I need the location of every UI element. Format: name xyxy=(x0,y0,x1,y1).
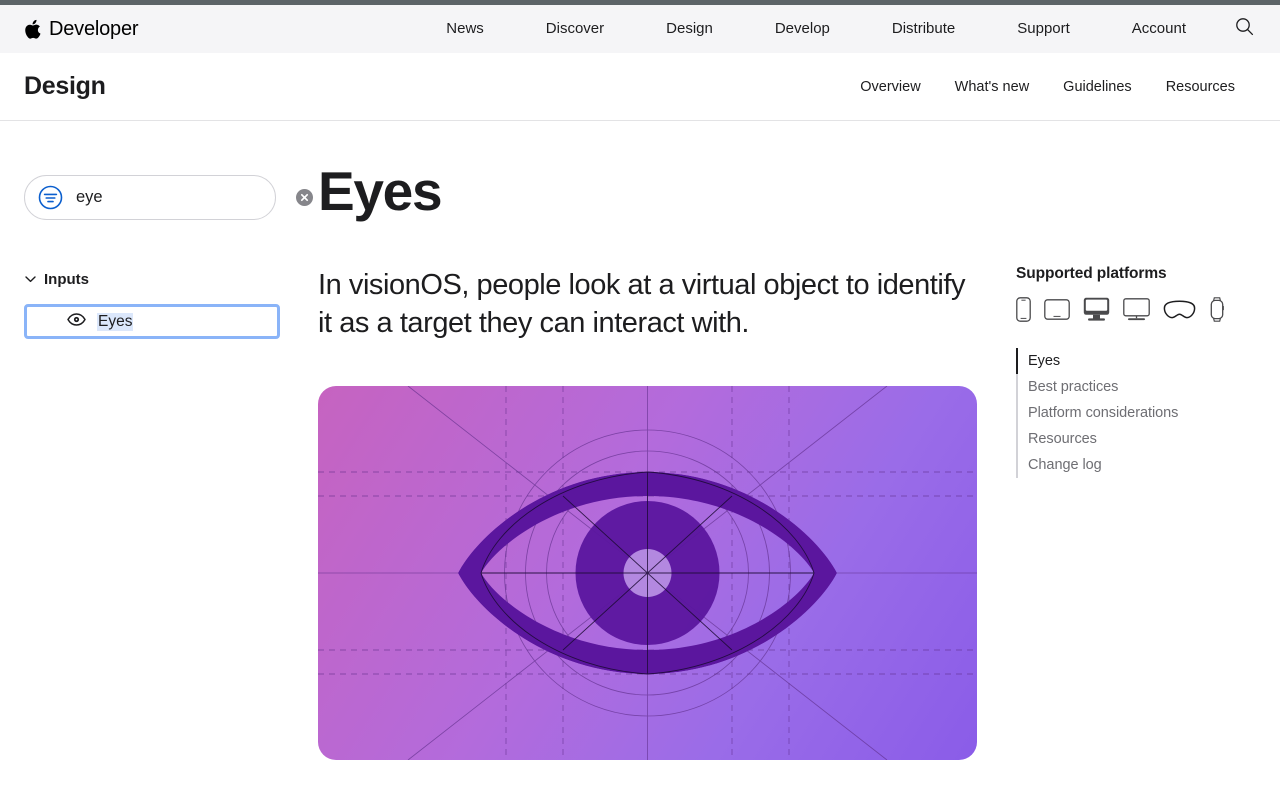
toc-active-indicator xyxy=(1016,348,1018,374)
eyes-hero-illustration xyxy=(318,386,977,761)
globalnav-item-news[interactable]: News xyxy=(415,5,515,53)
toc-indicator xyxy=(1016,400,1018,426)
sidebar-group-label: Inputs xyxy=(44,270,89,288)
apple-developer-design-page: Developer News Discover Design Develop D… xyxy=(0,0,1280,789)
ipad-icon xyxy=(1044,299,1070,320)
globalnav-item-support[interactable]: Support xyxy=(986,5,1101,53)
globalnav-item-design[interactable]: Design xyxy=(635,5,744,53)
local-navigation: Design Overview What's new Guidelines Re… xyxy=(0,53,1280,121)
toc-indicator xyxy=(1016,374,1018,400)
localnav-item-resources[interactable]: Resources xyxy=(1149,79,1252,95)
toc-item-best-practices[interactable]: Best practices xyxy=(1016,374,1260,400)
sidebar-item-label: Eyes xyxy=(97,312,134,331)
toc-indicator xyxy=(1016,452,1018,478)
global-search-button[interactable] xyxy=(1221,5,1280,53)
sidebar-group-header[interactable]: Inputs xyxy=(0,268,300,290)
intro-paragraph: In visionOS, people look at a virtual ob… xyxy=(318,268,966,340)
eye-icon xyxy=(67,312,86,331)
globalnav-item-distribute[interactable]: Distribute xyxy=(861,5,986,53)
global-nav-links: News Discover Design Develop Distribute … xyxy=(415,5,1217,53)
toc-item-label: Change log xyxy=(1028,457,1102,473)
filter-field[interactable] xyxy=(24,175,313,220)
search-icon xyxy=(1235,17,1254,41)
tv-icon xyxy=(1123,298,1150,321)
localnav-links: Overview What's new Guidelines Resources xyxy=(843,79,1252,95)
globalnav-item-discover[interactable]: Discover xyxy=(515,5,635,53)
main-content: Eyes In visionOS, people look at a virtu… xyxy=(300,121,1000,789)
toc-item-change-log[interactable]: Change log xyxy=(1016,452,1260,478)
toc-item-label: Eyes xyxy=(1028,353,1061,369)
globalnav-item-develop[interactable]: Develop xyxy=(744,5,861,53)
sidebar-item-eyes[interactable]: Eyes xyxy=(24,304,280,339)
page-title: Eyes xyxy=(318,160,443,222)
filter-input[interactable] xyxy=(76,188,296,207)
filter-lines-icon xyxy=(38,185,63,210)
right-rail: Supported platforms Eyes Best practices … xyxy=(1000,121,1280,789)
localnav-title[interactable]: Design xyxy=(24,72,106,101)
localnav-item-guidelines[interactable]: Guidelines xyxy=(1046,79,1149,95)
mac-icon xyxy=(1083,297,1110,322)
toc-item-label: Best practices xyxy=(1028,379,1119,395)
toc-indicator xyxy=(1016,426,1018,452)
supported-platforms-list xyxy=(1016,297,1260,322)
developer-brand[interactable]: Developer xyxy=(24,17,139,41)
toc-item-resources[interactable]: Resources xyxy=(1016,426,1260,452)
localnav-item-whats-new[interactable]: What's new xyxy=(938,79,1047,95)
toc-item-eyes[interactable]: Eyes xyxy=(1016,348,1260,374)
toc-item-platform-considerations[interactable]: Platform considerations xyxy=(1016,400,1260,426)
chevron-down-icon xyxy=(25,275,36,283)
toc-item-label: Resources xyxy=(1028,431,1097,447)
supported-platforms-title: Supported platforms xyxy=(1016,265,1167,282)
apple-logo-icon xyxy=(24,19,41,40)
table-of-contents: Eyes Best practices Platform considerati… xyxy=(1016,348,1260,478)
toc-item-label: Platform considerations xyxy=(1028,405,1179,421)
sidebar: Inputs Eyes xyxy=(0,121,313,789)
watch-icon xyxy=(1209,297,1225,322)
sidebar-group-inputs: Inputs Eyes xyxy=(0,268,300,339)
brand-label: Developer xyxy=(49,17,139,40)
globalnav-item-account[interactable]: Account xyxy=(1101,5,1217,53)
vision-pro-icon xyxy=(1163,299,1196,320)
global-navigation: Developer News Discover Design Develop D… xyxy=(0,5,1280,53)
iphone-icon xyxy=(1016,297,1031,322)
localnav-item-overview[interactable]: Overview xyxy=(843,79,937,95)
